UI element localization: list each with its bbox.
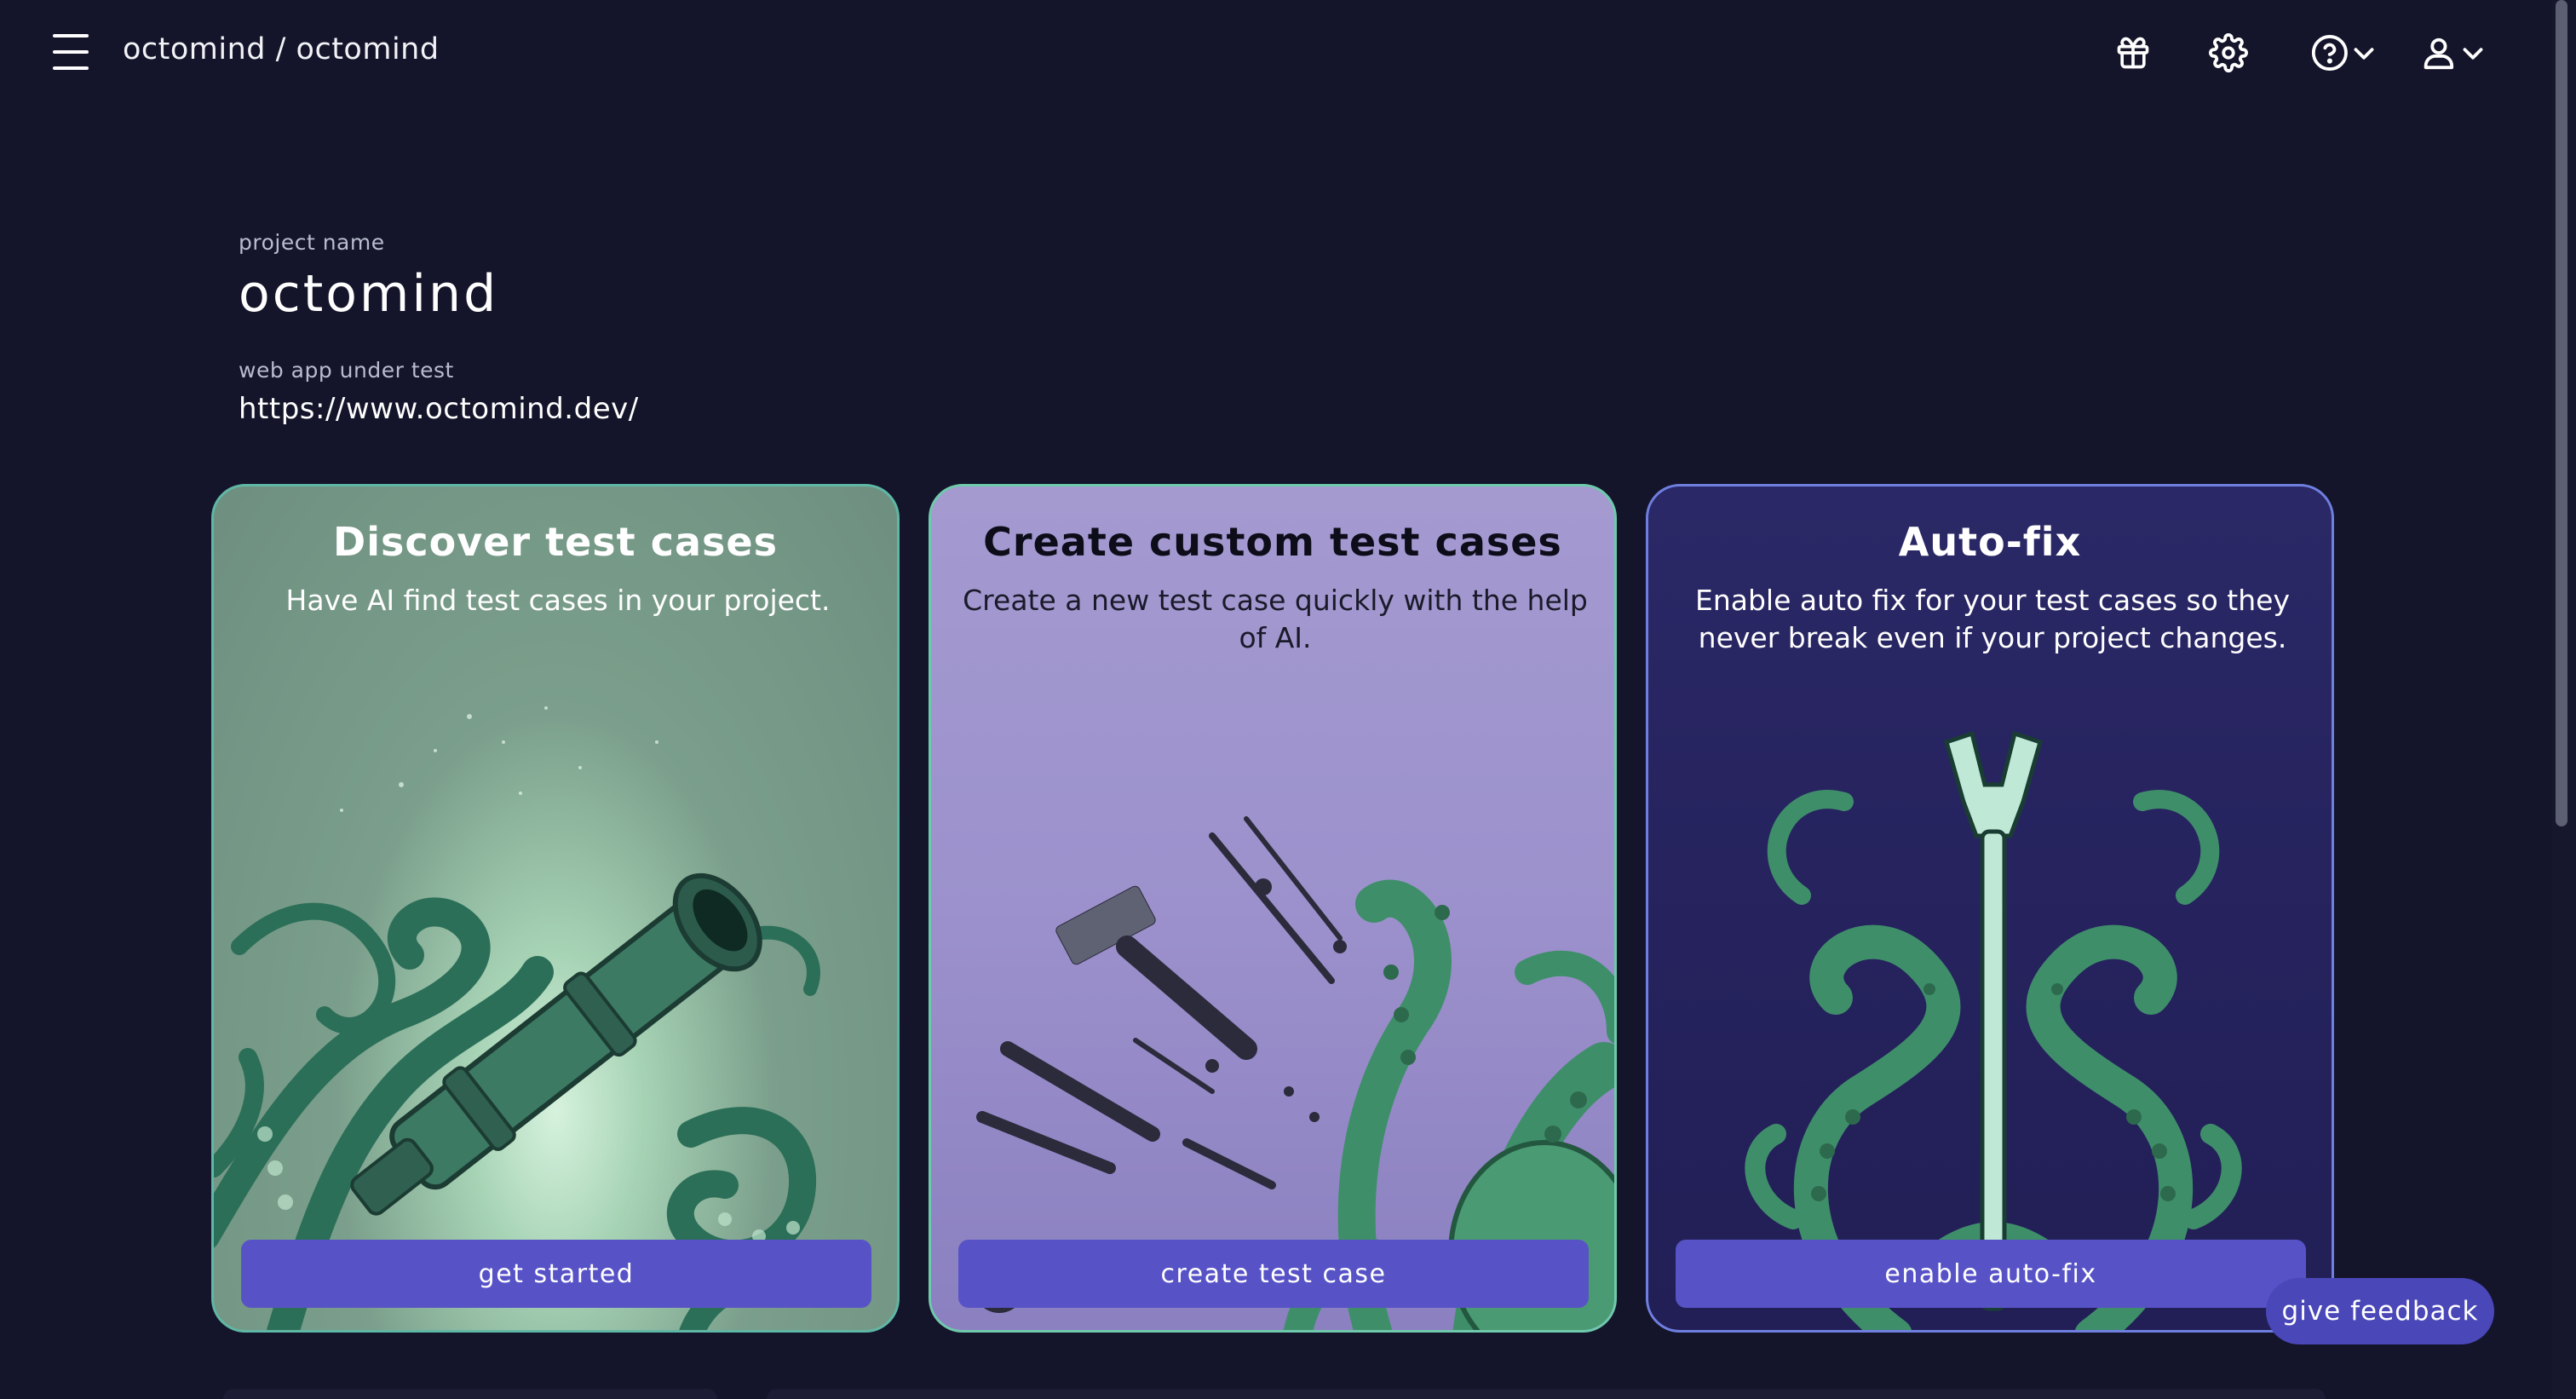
web-app-label: web app under test: [239, 358, 454, 383]
chevron-down-icon: [2354, 48, 2374, 60]
project-url[interactable]: https://www.octomind.dev/: [239, 392, 639, 426]
card-description: Have AI find test cases in your project.: [285, 584, 831, 617]
help-menu[interactable]: [2310, 26, 2382, 80]
user-menu[interactable]: [2419, 26, 2491, 80]
auto-fix-card: Auto-fix Enable auto fix for your test c…: [1646, 484, 2334, 1333]
create-test-card: Create custom test cases Create a new te…: [929, 484, 1617, 1333]
card-title: Create custom test cases: [983, 519, 1562, 565]
card-title: Auto-fix: [1898, 519, 2082, 565]
card-description: Enable auto fix for your test cases so t…: [1695, 584, 2290, 654]
project-name-label: project name: [239, 230, 385, 255]
gear-icon[interactable]: [2205, 26, 2252, 80]
octopus-tools-illustration: [974, 816, 1614, 1330]
get-started-button[interactable]: get started: [241, 1240, 871, 1308]
user-icon: [2424, 37, 2454, 70]
create-test-case-button[interactable]: create test case: [958, 1240, 1589, 1308]
card-title: Discover test cases: [333, 519, 778, 565]
octopus-wrench-illustration: [1745, 730, 2242, 1330]
next-row-card-edge: [223, 1389, 717, 1399]
card-description: Create a new test case quickly with the …: [963, 584, 1588, 654]
app-window: octomind / octomind project name octomin…: [0, 0, 2576, 1399]
top-bar: octomind / octomind: [0, 0, 2576, 106]
chevron-down-icon: [2463, 48, 2483, 60]
menu-icon[interactable]: [53, 34, 95, 70]
breadcrumb[interactable]: octomind / octomind: [123, 32, 440, 66]
next-row-card-edge: [767, 1389, 2326, 1399]
give-feedback-button[interactable]: give feedback: [2266, 1278, 2494, 1344]
gift-icon[interactable]: [2109, 26, 2157, 80]
help-circle-icon: [2311, 35, 2348, 71]
enable-auto-fix-button[interactable]: enable auto-fix: [1676, 1240, 2306, 1308]
discover-card: Discover test cases Have AI find test ca…: [211, 484, 900, 1333]
scrollbar-thumb[interactable]: [2556, 0, 2567, 826]
octopus-telescope-illustration: [214, 706, 823, 1330]
project-name: octomind: [239, 264, 499, 324]
